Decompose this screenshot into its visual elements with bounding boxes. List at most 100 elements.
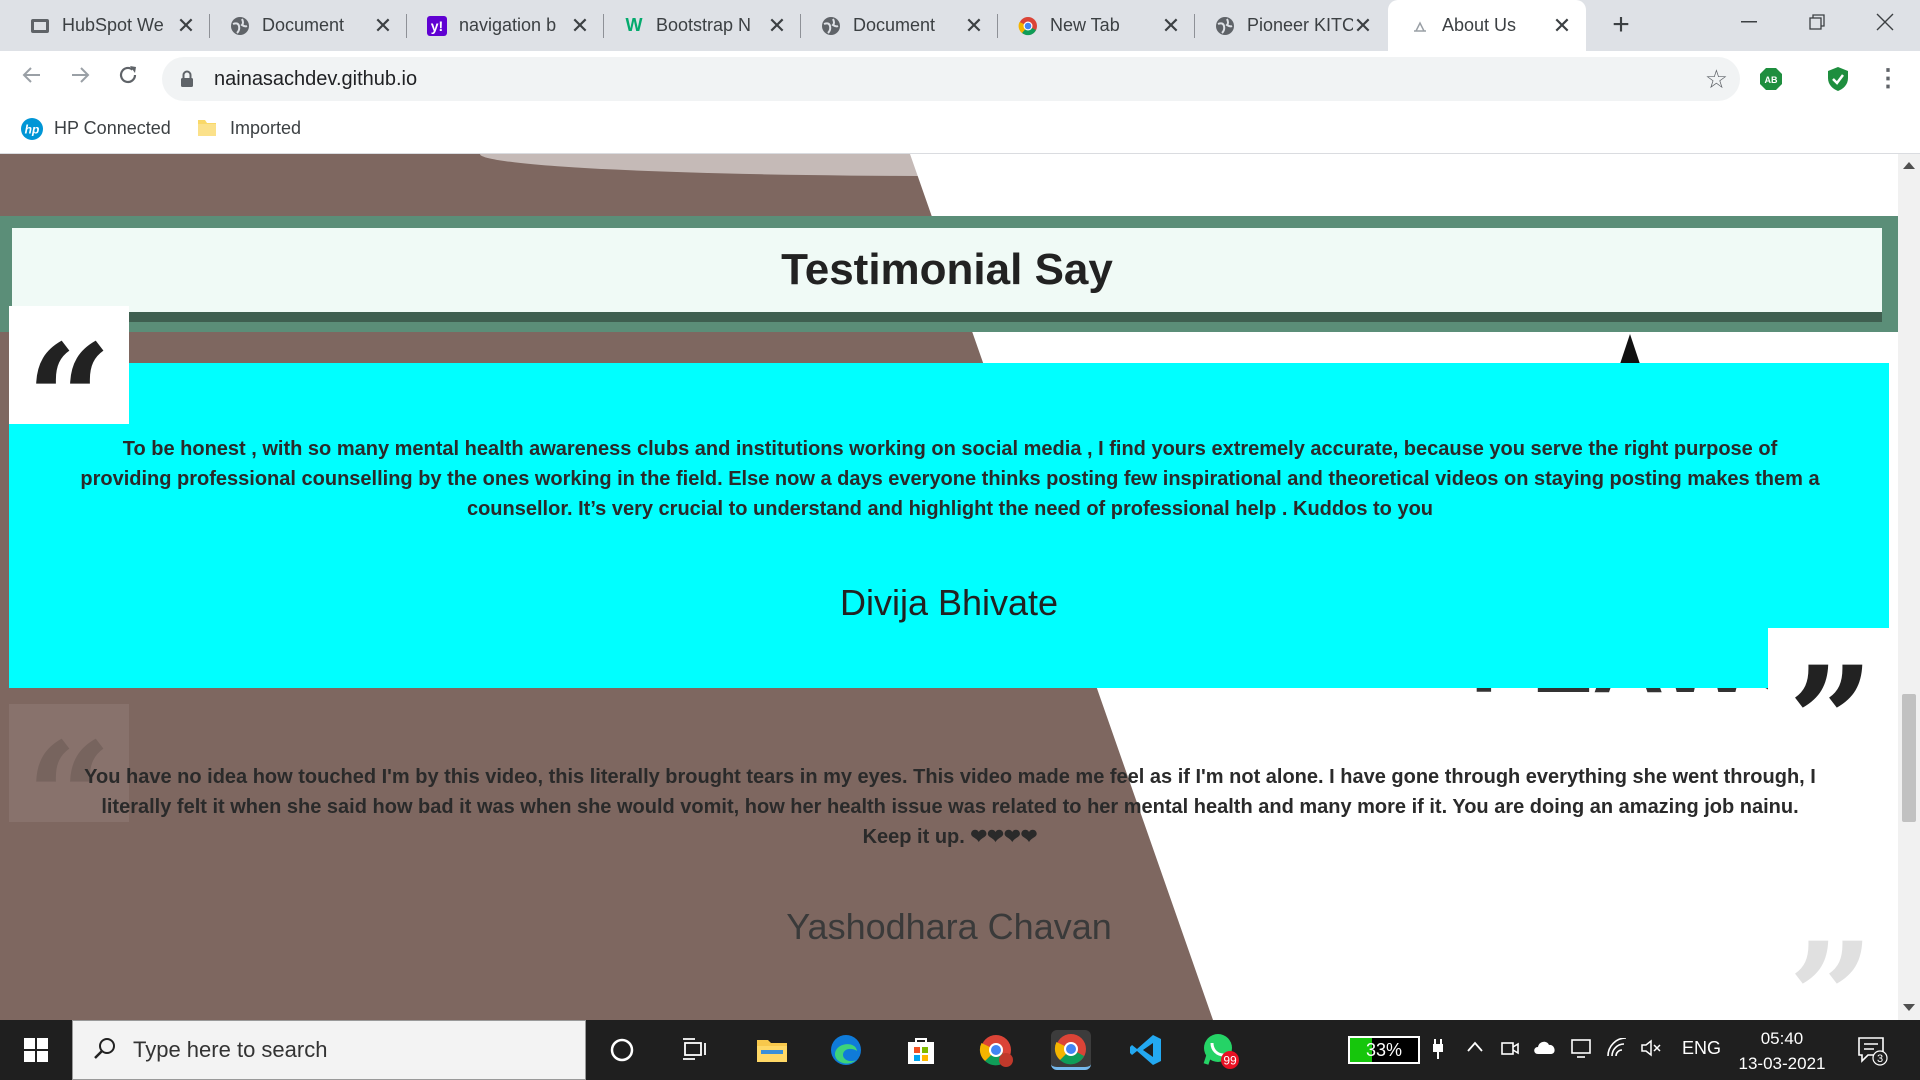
tab-navigation[interactable]: y! navigation b ✕ — [397, 0, 604, 51]
testimonial-author: Divija Bhivate — [839, 582, 1059, 623]
windows-taskbar: Type here to search 99 33% ENG 05:40 13-… — [0, 1020, 1920, 1080]
tab-title: New Tab — [1050, 15, 1120, 35]
page-viewport: FLAWS Testimonial Say “ To be honest , w… — [0, 154, 1898, 1020]
bookmark-hp-connected[interactable]: hp HP Connected — [20, 117, 171, 140]
close-tab-icon[interactable]: ✕ — [1552, 13, 1572, 39]
tab-title: navigation b — [459, 15, 557, 35]
tab-title: Document — [853, 15, 936, 35]
reload-button[interactable] — [112, 63, 144, 95]
url-text[interactable]: nainasachdev.github.io — [214, 68, 417, 91]
testimonial-author: Yashodhara Chavan — [786, 906, 1112, 947]
svg-text:99: 99 — [1223, 1054, 1237, 1068]
volume-muted-icon[interactable] — [1640, 1038, 1662, 1063]
power-plug-icon[interactable] — [1430, 1038, 1446, 1065]
heading-panel: Testimonial Say — [12, 228, 1882, 322]
task-view-icon[interactable] — [675, 1030, 715, 1070]
testimonial-card — [9, 363, 1889, 688]
globe-icon — [1215, 16, 1235, 36]
tab-title: Pioneer KITC — [1247, 15, 1353, 35]
close-tab-icon[interactable]: ✕ — [1353, 13, 1373, 39]
shield-check-icon[interactable] — [1825, 66, 1851, 92]
new-tab-button[interactable]: + — [1603, 7, 1639, 43]
scroll-up-arrow[interactable] — [1903, 162, 1915, 169]
minimize-button[interactable] — [1718, 0, 1780, 44]
browser-toolbar: nainasachdev.github.io ☆ AB ⋮ — [0, 51, 1920, 107]
restore-button[interactable] — [1786, 0, 1848, 44]
svg-text:AB: AB — [1765, 75, 1778, 85]
chrome-icon — [1018, 16, 1038, 36]
display-icon[interactable] — [1570, 1038, 1592, 1063]
battery-indicator[interactable]: 33% — [1348, 1036, 1420, 1064]
chrome-active-icon[interactable] — [1051, 1030, 1091, 1070]
tab-document-1[interactable]: Document ✕ — [200, 0, 407, 51]
w3schools-icon: W — [625, 15, 643, 35]
back-button[interactable] — [16, 63, 48, 95]
close-quote-icon: ” — [1768, 904, 1894, 1020]
globe-icon — [821, 16, 841, 36]
scroll-down-arrow[interactable] — [1903, 1004, 1915, 1011]
tab-strip: HubSpot We ✕ Document ✕ y! navigation b … — [0, 0, 1920, 51]
tab-about-us[interactable]: About Us ✕ — [1388, 0, 1586, 51]
close-quote-icon: ” — [1768, 628, 1894, 797]
edge-icon[interactable] — [826, 1030, 866, 1070]
language-indicator[interactable]: ENG — [1682, 1038, 1721, 1059]
forward-button[interactable] — [64, 63, 96, 95]
tab-new-tab[interactable]: New Tab ✕ — [988, 0, 1195, 51]
hp-icon: hp — [20, 117, 43, 140]
chrome-profile-icon[interactable] — [976, 1030, 1016, 1070]
page-icon — [1410, 16, 1430, 36]
close-tab-icon[interactable]: ✕ — [1161, 13, 1181, 39]
testimonial-text: You have no idea how touched I'm by this… — [84, 766, 1816, 848]
onedrive-icon[interactable] — [1532, 1038, 1558, 1061]
search-icon — [93, 1036, 117, 1065]
clock[interactable]: 05:40 13-03-2021 — [1730, 1026, 1834, 1076]
bookmark-imported[interactable]: Imported — [196, 117, 301, 139]
chevron-up-icon[interactable] — [1466, 1038, 1484, 1061]
whatsapp-icon[interactable]: 99 — [1200, 1030, 1240, 1070]
close-tab-icon[interactable]: ✕ — [373, 13, 393, 39]
meet-now-icon[interactable] — [1500, 1038, 1520, 1063]
bookmark-star-icon[interactable]: ☆ — [1705, 64, 1728, 95]
tab-title: HubSpot We — [62, 15, 164, 35]
tab-document-2[interactable]: Document ✕ — [791, 0, 998, 51]
page-scrollbar[interactable] — [1898, 154, 1920, 1020]
testimonial-text: To be honest , with so many mental healt… — [80, 438, 1820, 520]
tab-bootstrap[interactable]: W Bootstrap N ✕ — [594, 0, 801, 51]
lock-icon — [180, 70, 194, 88]
svg-text:3: 3 — [1877, 1053, 1883, 1065]
hubspot-icon — [30, 16, 50, 36]
close-tab-icon[interactable]: ✕ — [570, 13, 590, 39]
globe-icon — [230, 16, 250, 36]
search-placeholder: Type here to search — [133, 1037, 328, 1062]
folder-icon — [196, 117, 218, 139]
tab-hubspot[interactable]: HubSpot We ✕ — [0, 0, 210, 51]
adblock-icon[interactable]: AB — [1758, 66, 1784, 92]
browser-menu-button[interactable]: ⋮ — [1876, 64, 1900, 94]
wifi-icon[interactable] — [1606, 1037, 1628, 1063]
taskbar-search[interactable]: Type here to search — [72, 1020, 586, 1080]
yahoo-icon: y! — [427, 15, 447, 36]
scrollbar-thumb[interactable] — [1902, 694, 1916, 822]
close-tab-icon[interactable]: ✕ — [964, 13, 984, 39]
clock-time: 05:40 — [1760, 1029, 1804, 1048]
store-icon[interactable] — [901, 1030, 941, 1070]
tab-title: Bootstrap N — [656, 15, 752, 35]
battery-percent: 33% — [1365, 1040, 1403, 1060]
cortana-icon[interactable] — [602, 1030, 642, 1070]
bookmarks-bar: hp HP Connected Imported — [0, 107, 1920, 154]
page-title: Testimonial Say — [781, 245, 1113, 294]
notification-center-icon[interactable]: 3 — [1856, 1034, 1888, 1066]
vscode-icon[interactable] — [1126, 1030, 1166, 1070]
bookmark-label: Imported — [230, 117, 302, 138]
tab-title: Document — [262, 15, 345, 35]
address-bar[interactable]: nainasachdev.github.io ☆ — [162, 57, 1740, 101]
close-tab-icon[interactable]: ✕ — [176, 13, 196, 39]
tab-title: About Us — [1442, 15, 1517, 35]
bookmark-label: HP Connected — [54, 117, 171, 138]
file-explorer-icon[interactable] — [752, 1030, 792, 1070]
heading-frame: Testimonial Say — [0, 216, 1898, 332]
tab-pioneer[interactable]: Pioneer KITC ✕ — [1185, 0, 1387, 51]
start-button[interactable] — [0, 1020, 72, 1080]
close-window-button[interactable] — [1854, 0, 1916, 44]
close-tab-icon[interactable]: ✕ — [767, 13, 787, 39]
